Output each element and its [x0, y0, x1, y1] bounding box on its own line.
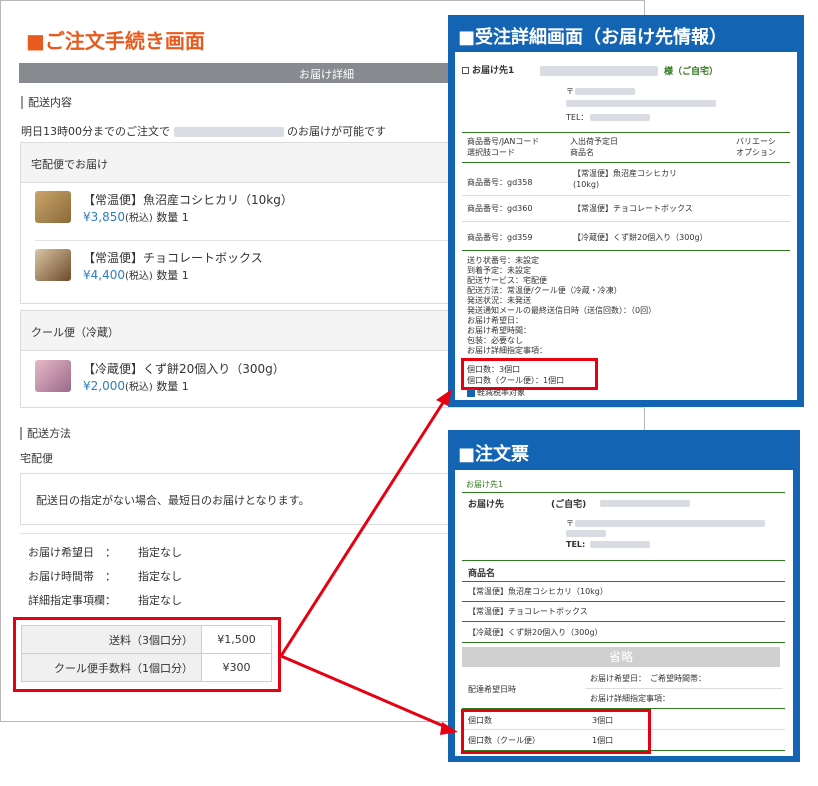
row-code[interactable]: 商品番号：gd359 [467, 233, 532, 243]
status-line: 到着予定：未設定 [467, 266, 531, 275]
destination-suffix: 様（ご自宅） [664, 67, 719, 77]
status-line: 送り状番号：未設定 [467, 256, 539, 265]
col-header: バリエーシ [736, 137, 776, 146]
divider [462, 560, 785, 561]
redacted-name [600, 500, 690, 507]
col-header: 入出荷予定日 [570, 137, 618, 146]
invoice-product: 【常温便】魚沼産コシヒカリ（10kg） [468, 587, 608, 596]
wish-date-line: お届け希望日： ご希望時間帯： [590, 674, 706, 683]
status-line: 配送サービス：宅配便 [467, 276, 547, 285]
order-detail-title: ■受注詳細画面（お届け先情報） [458, 27, 728, 48]
divider [462, 250, 790, 251]
row-name: 【常温便】魚沼産コシヒカリ [573, 169, 677, 178]
row-code[interactable]: 商品番号：gd360 [467, 204, 532, 214]
invoice-product: 【常温便】チョコレートボックス [468, 607, 588, 616]
destination-label: お届け先1 [462, 63, 514, 76]
row-name: 【常温便】チョコレートボックス [573, 204, 693, 213]
status-line: 発送通知メールの最終送信日時（送信回数）：（0回） [467, 306, 657, 315]
product-name[interactable]: 【冷蔵便】くず餅20個入り（300g） [83, 360, 285, 377]
ship-to-value: (ご自宅) [551, 500, 587, 510]
rice-product-image [35, 191, 71, 223]
detail-instr-line: お届け詳細指定事項： [590, 694, 670, 703]
divider [462, 581, 785, 582]
product-price-line: ¥2,000(税込) 数量 1 [83, 379, 189, 393]
tax-icon [467, 388, 475, 397]
col-header: オプション [736, 148, 776, 157]
chocolate-product-image [35, 249, 71, 281]
status-line: 包装：必要なし [467, 336, 523, 345]
product-price-line: ¥3,850(税込) 数量 1 [83, 210, 189, 224]
status-line: お届け希望日： [467, 316, 523, 325]
row-code[interactable]: 商品番号：gd358 [467, 178, 532, 188]
col-header: 選択肢コード [467, 148, 515, 157]
divider [462, 195, 790, 196]
product-header: 商品名 [468, 569, 496, 579]
order-screen-title: ■ご注文手続き画面 [26, 29, 205, 53]
product-name[interactable]: 【常温便】チョコレートボックス [83, 249, 263, 266]
divider [585, 688, 783, 689]
status-line: お届け希望時間： [467, 326, 531, 335]
redacted-tel [590, 114, 650, 121]
postal-mark: 〒 [566, 519, 574, 528]
redacted-address [566, 100, 716, 107]
ship-to-label: お届け先 [468, 500, 505, 510]
redacted-address-2 [566, 530, 606, 537]
product-name[interactable]: 【常温便】魚沼産コシヒカリ（10kg） [83, 191, 293, 208]
date-label: 配達希望日時 [468, 685, 516, 694]
kuzumochi-product-image [35, 360, 71, 392]
divider [462, 621, 785, 622]
omitted-banner: 省略 [462, 647, 780, 667]
redacted-address [575, 520, 765, 527]
redacted-postal [575, 88, 635, 95]
delivery-content-heading: 配送内容 [21, 96, 72, 109]
redacted-date [173, 127, 284, 137]
delivery-details-label: お届け詳細 [299, 68, 354, 81]
invoice-destination-label: お届け先1 [466, 480, 504, 489]
delivery-availability-note: 明日13時00分までのご注文で のお届けが可能です [21, 125, 386, 138]
divider [462, 162, 790, 163]
product-price-line: ¥4,400(税込) 数量 1 [83, 268, 189, 282]
postal-mark: 〒 [566, 87, 574, 96]
tax-line: 軽減税率対象 [467, 388, 525, 398]
fee-highlight-frame [13, 617, 281, 692]
invoice-product: 【冷蔵便】くず餅20個入り（300g） [468, 628, 603, 637]
col-header: 商品名 [570, 148, 594, 157]
invoice-title: ■注文票 [458, 444, 530, 465]
row-name: 【冷蔵便】くず餅20個入り（300g） [573, 233, 708, 242]
detail-row: お届け時間帯 ：指定なし [28, 570, 182, 583]
status-line: お届け詳細指定事項： [467, 346, 547, 355]
redacted-tel [590, 541, 650, 548]
invoice-boxes-highlight-frame [461, 709, 651, 754]
divider [462, 601, 785, 602]
divider [462, 132, 790, 133]
status-line: 発送状況：未発送 [467, 296, 531, 305]
detail-row: 詳細指定事項欄： 指定なし [28, 594, 182, 607]
row-name-sub: (10kg) [573, 180, 600, 189]
checkbox-icon[interactable] [462, 67, 469, 74]
delivery-method-heading: 配送方法 [20, 427, 71, 440]
divider [462, 492, 785, 493]
boxes-highlight-frame [461, 358, 598, 390]
tel-label: TEL: [566, 540, 586, 549]
tel-label: TEL： [566, 113, 589, 122]
divider [462, 642, 785, 643]
divider [462, 221, 790, 222]
col-header: 商品番号/JANコード [467, 137, 540, 146]
delivery-method-value: 宅配便 [20, 452, 53, 465]
redacted-name [540, 66, 658, 76]
status-line: 配送方法：常温便/クール便（冷蔵・冷凍） [467, 286, 622, 295]
detail-row: お届け希望日 ：指定なし [28, 546, 182, 559]
